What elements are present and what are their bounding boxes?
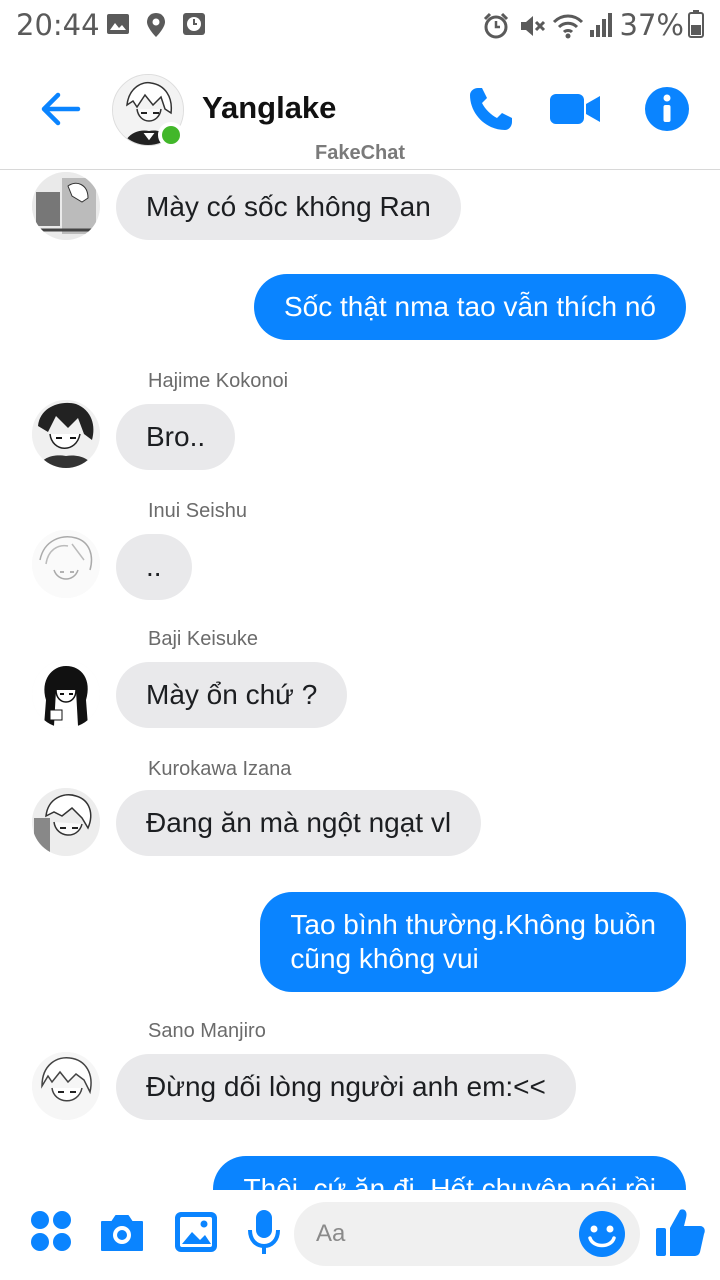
chat-header: Yanglake FakeChat (0, 50, 720, 170)
clock-icon (183, 13, 205, 35)
microphone-icon[interactable] (240, 1208, 288, 1256)
wifi-icon (552, 14, 584, 39)
message-bubble-incoming[interactable]: Đừng dối lòng người anh em:<< (116, 1054, 576, 1120)
contact-name[interactable]: Yanglake (202, 90, 336, 126)
camera-icon[interactable] (98, 1208, 146, 1256)
thumbs-up-icon[interactable] (654, 1206, 706, 1258)
message-bubble-outgoing[interactable]: Tao bình thường.Không buồn cũng không vu… (260, 892, 686, 992)
alarm-icon (483, 12, 509, 39)
message-bubble-incoming[interactable]: Mày có sốc không Ran (116, 174, 461, 240)
emoji-icon[interactable] (578, 1210, 626, 1258)
video-call-icon[interactable] (548, 82, 602, 136)
message-bubble-incoming[interactable]: Bro.. (116, 404, 236, 470)
status-bar: 20:44 37% (0, 0, 720, 50)
image-icon (107, 14, 129, 34)
message-input[interactable] (316, 1216, 566, 1252)
message-input-container[interactable] (294, 1202, 640, 1266)
sender-avatar[interactable] (32, 1052, 100, 1120)
sender-name: Hajime Kokonoi (148, 370, 289, 392)
sender-avatar[interactable] (32, 660, 100, 728)
message-bubble-incoming[interactable]: Đang ăn mà ngột ngạt vl (116, 790, 482, 856)
sender-name: Sano Manjiro (148, 1020, 266, 1042)
sender-name: Inui Seishu (148, 500, 247, 522)
sender-avatar[interactable] (32, 788, 100, 856)
battery-icon (688, 10, 704, 38)
info-icon[interactable] (644, 82, 698, 136)
watermark-label: FakeChat (314, 142, 406, 164)
message-bubble-outgoing[interactable]: Sốc thật nma tao vẫn thích nó (253, 274, 686, 340)
message-bubble-incoming[interactable]: Mày ổn chứ ? (116, 662, 348, 728)
sender-avatar[interactable] (32, 400, 100, 468)
status-time: 20:44 (16, 8, 100, 42)
message-text-line: cũng không vui (290, 943, 479, 974)
more-actions-icon[interactable] (28, 1208, 76, 1256)
message-bubble-incoming[interactable]: .. (116, 534, 192, 600)
gallery-icon[interactable] (172, 1208, 220, 1256)
signal-icon (590, 13, 612, 37)
sender-name: Baji Keisuke (148, 628, 259, 650)
sender-name: Kurokawa Izana (148, 758, 292, 780)
back-arrow-icon[interactable] (36, 84, 86, 134)
sender-avatar[interactable] (32, 530, 100, 598)
message-text-line: Tao bình thường.Không buồn (290, 909, 656, 940)
mute-icon (521, 16, 546, 36)
message-composer (0, 1190, 720, 1280)
sender-avatar[interactable] (32, 172, 100, 240)
phone-call-icon[interactable] (464, 82, 518, 136)
location-icon (147, 13, 165, 37)
battery-percent: 37% (619, 8, 684, 42)
message-bubble-outgoing[interactable]: Thôi, cứ ăn đi. Hết chuyện nói rồi (213, 1156, 686, 1190)
message-list[interactable]: Mày có sốc không Ran Sốc thật nma tao vẫ… (0, 170, 720, 1190)
